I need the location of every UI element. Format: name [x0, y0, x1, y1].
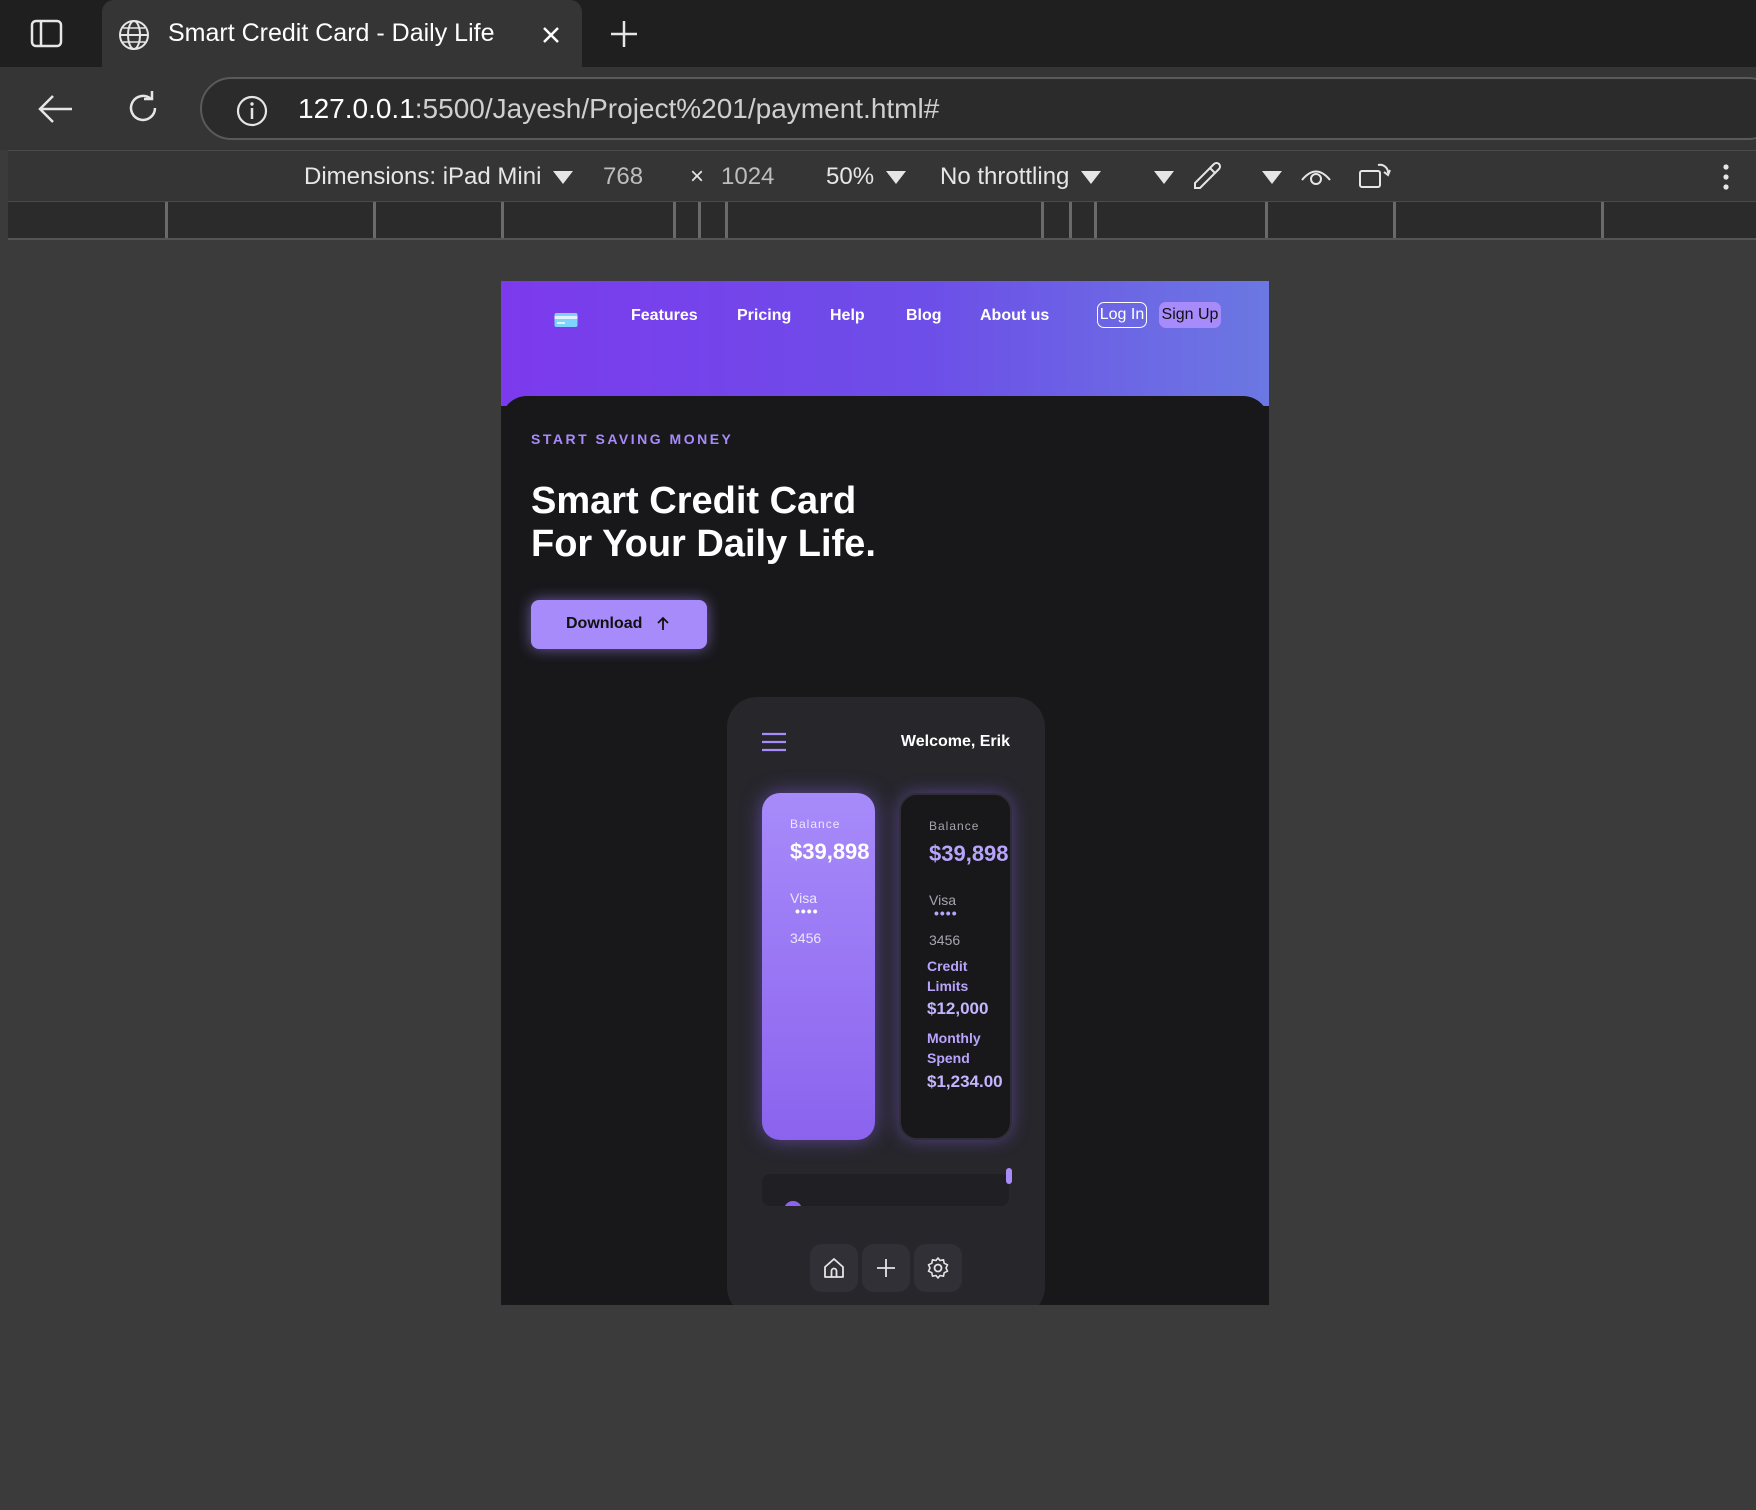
url-field[interactable]: 127.0.0.1:5500/Jayesh/Project%201/paymen…	[200, 77, 1756, 140]
throttling-label: No throttling	[940, 163, 1070, 190]
ruler-tick	[1041, 202, 1044, 238]
phone-mockup: Welcome, Erik Balance $39,898 Visa •••• …	[727, 697, 1045, 1305]
ruler-tick	[1601, 202, 1604, 238]
nav-link-blog[interactable]: Blog	[906, 307, 942, 325]
device-width-input[interactable]: 768	[603, 163, 643, 191]
balance-card-secondary[interactable]: Balance $39,898 Visa •••• 3456 Credit Li…	[899, 793, 1012, 1140]
nav-link-features[interactable]: Features	[631, 307, 698, 325]
ruler-tick	[1393, 202, 1396, 238]
ruler-tick	[165, 202, 168, 238]
home-icon	[824, 1258, 844, 1278]
device-dimensions-label: Dimensions: iPad Mini	[304, 163, 542, 190]
reload-icon[interactable]	[122, 87, 164, 129]
nav-link-help[interactable]: Help	[830, 307, 865, 325]
nav-link-about[interactable]: About us	[980, 307, 1049, 325]
back-arrow-icon[interactable]	[34, 89, 76, 129]
ruler-tick	[1069, 202, 1072, 238]
settings-button[interactable]	[914, 1244, 962, 1292]
home-button[interactable]	[810, 1244, 858, 1292]
card-balance-label: Balance	[790, 817, 841, 831]
ruler-tick	[698, 202, 701, 238]
ruler-tick	[673, 202, 676, 238]
ruler-tick	[1265, 202, 1268, 238]
ruler-tick	[373, 202, 376, 238]
card-balance-amount: $39,898	[790, 839, 870, 864]
zoom-label: 50%	[826, 163, 875, 190]
hamburger-menu-icon[interactable]	[761, 731, 787, 753]
card-masked-dots: ••••	[795, 903, 819, 919]
browser-tab-active[interactable]: Smart Credit Card - Daily Life	[102, 0, 582, 67]
login-button[interactable]: Log In	[1097, 302, 1147, 328]
close-icon[interactable]	[536, 20, 566, 50]
plus-icon	[877, 1259, 895, 1277]
hero-title-line-2: For Your Daily Life.	[531, 523, 876, 565]
arrow-up-icon	[657, 616, 669, 630]
gear-icon	[927, 1257, 949, 1279]
zoom-select[interactable]: 50%	[826, 163, 907, 191]
progress-track[interactable]	[762, 1174, 1009, 1206]
monthly-spend-label: Monthly Spend	[927, 1030, 981, 1066]
download-label: Download	[566, 615, 643, 632]
site-header: Features Pricing Help Blog About us Log …	[501, 281, 1269, 406]
page-viewport: Features Pricing Help Blog About us Log …	[501, 281, 1269, 1305]
monthly-spend-value: $1,234.00	[927, 1072, 1003, 1091]
chevron-down-icon	[886, 171, 907, 185]
download-button[interactable]: Download	[531, 600, 707, 649]
new-tab-icon[interactable]	[604, 16, 644, 52]
throttling-select[interactable]: No throttling	[940, 163, 1102, 191]
card-balance-amount: $39,898	[929, 841, 1009, 866]
globe-icon	[119, 20, 149, 50]
info-icon[interactable]	[235, 94, 269, 128]
browser-tab-bar: Smart Credit Card - Daily Life	[0, 0, 1756, 67]
welcome-text: Welcome, Erik	[900, 733, 1010, 750]
progress-knob[interactable]	[784, 1201, 802, 1206]
scroll-indicator	[1006, 1168, 1012, 1184]
ruler-tick	[1094, 202, 1097, 238]
card-masked-dots: ••••	[934, 905, 958, 921]
signup-button[interactable]: Sign Up	[1159, 302, 1221, 328]
eye-icon[interactable]	[1298, 159, 1334, 195]
card-last-four: 3456	[929, 932, 961, 948]
ruler-tick	[725, 202, 728, 238]
chevron-down-icon	[553, 171, 574, 185]
device-height-input[interactable]: 1024	[721, 163, 774, 191]
chevron-down-icon[interactable]	[1262, 171, 1282, 184]
more-options-icon[interactable]	[1708, 159, 1744, 195]
eyedropper-icon[interactable]	[1188, 159, 1224, 195]
chevron-down-icon	[1081, 171, 1102, 185]
add-button[interactable]	[862, 1244, 910, 1292]
credit-card-icon[interactable]	[554, 312, 578, 328]
credit-limit-label: Credit Limits	[927, 958, 969, 994]
url-path: :5500/Jayesh/Project%201/payment.html#	[414, 93, 940, 124]
tab-title: Smart Credit Card - Daily Life	[168, 19, 495, 47]
url-host: 127.0.0.1	[298, 93, 415, 124]
hero-eyebrow: START SAVING MONEY	[531, 431, 734, 447]
ruler-tick	[501, 202, 504, 238]
card-last-four: 3456	[790, 930, 822, 946]
card-balance-label: Balance	[929, 819, 980, 833]
credit-limit-value: $12,000	[927, 999, 989, 1018]
device-toolbar: Dimensions: iPad Mini 768 × 1024 50% No …	[8, 150, 1756, 202]
hero-title-line-1: Smart Credit Card	[531, 480, 857, 522]
chevron-down-icon[interactable]	[1154, 171, 1174, 184]
hero-section: START SAVING MONEY Smart Credit Card For…	[501, 396, 1269, 1305]
sidebar-toggle-icon[interactable]	[28, 16, 66, 52]
balance-card-primary[interactable]: Balance $39,898 Visa •••• 3456	[762, 793, 875, 1140]
address-bar-row: 127.0.0.1:5500/Jayesh/Project%201/paymen…	[0, 67, 1756, 150]
dimension-times-label: ×	[690, 163, 705, 190]
nav-link-pricing[interactable]: Pricing	[737, 307, 791, 325]
url-text: 127.0.0.1:5500/Jayesh/Project%201/paymen…	[298, 93, 939, 125]
rotate-device-icon[interactable]	[1356, 159, 1392, 195]
device-dimensions-select[interactable]: Dimensions: iPad Mini	[304, 163, 574, 191]
hero-title: Smart Credit Card For Your Daily Life.	[531, 480, 876, 566]
media-query-ruler[interactable]	[8, 202, 1756, 240]
